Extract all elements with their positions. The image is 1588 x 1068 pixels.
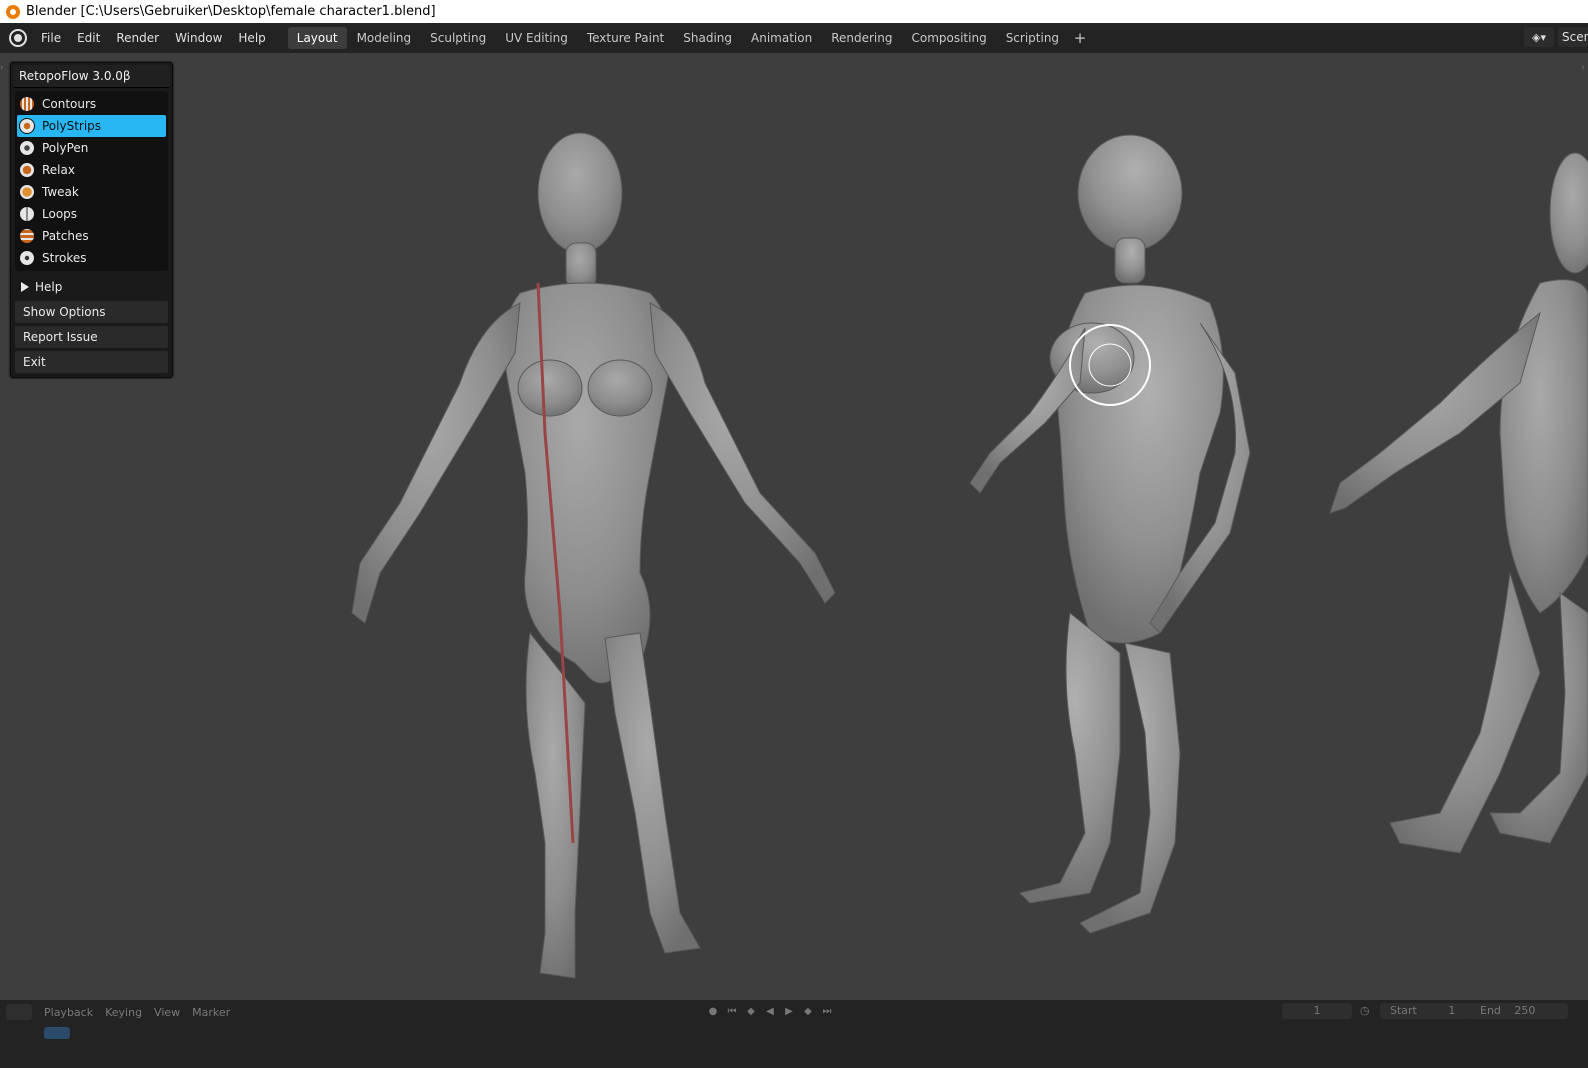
tab-modeling[interactable]: Modeling	[348, 27, 421, 49]
window-titlebar: Blender [C:\Users\Gebruiker\Desktop\fema…	[0, 0, 1588, 23]
tool-label: PolyPen	[42, 141, 89, 155]
tweak-icon	[19, 184, 35, 200]
tool-strokes[interactable]: Strokes	[17, 247, 166, 269]
contours-icon	[19, 96, 35, 112]
prev-keyframe-icon[interactable]: ◆	[743, 1004, 759, 1020]
workspace-tabs: Layout Modeling Sculpting UV Editing Tex…	[287, 27, 1091, 49]
tab-compositing[interactable]: Compositing	[902, 27, 995, 49]
retopoflow-title[interactable]: RetopoFlow 3.0.0β	[13, 65, 170, 88]
start-frame-field[interactable]: Start 1	[1380, 1003, 1472, 1019]
loops-icon	[19, 206, 35, 222]
tool-tweak[interactable]: Tweak	[17, 181, 166, 203]
marker-menu[interactable]: Marker	[192, 1006, 230, 1019]
end-frame-field[interactable]: End 250	[1470, 1003, 1568, 1019]
next-keyframe-icon[interactable]: ◆	[800, 1004, 816, 1020]
polypen-icon	[19, 140, 35, 156]
add-workspace-button[interactable]: +	[1069, 27, 1091, 49]
keying-menu[interactable]: Keying	[105, 1006, 142, 1019]
menu-render[interactable]: Render	[108, 27, 167, 49]
menu-file[interactable]: File	[33, 27, 69, 49]
tool-contours[interactable]: Contours	[17, 93, 166, 115]
show-options-button[interactable]: Show Options	[15, 301, 168, 323]
character-back	[1329, 152, 1588, 854]
left-collapse-icon[interactable]: ›	[0, 63, 4, 73]
timeline: Playback Keying View Marker ● ⏮ ◆ ◀ ▶ ◆ …	[0, 1000, 1588, 1044]
report-issue-button[interactable]: Report Issue	[15, 326, 168, 348]
strokes-icon	[19, 250, 35, 266]
tab-animation[interactable]: Animation	[742, 27, 821, 49]
character-front	[351, 132, 836, 979]
help-label: Help	[35, 280, 63, 294]
menu-window[interactable]: Window	[167, 27, 230, 49]
playback-menu[interactable]: Playback	[44, 1006, 93, 1019]
tool-label: Contours	[42, 97, 97, 111]
tool-label: PolyStrips	[42, 119, 102, 133]
expand-triangle-icon	[21, 282, 29, 292]
editor-type-icon[interactable]	[6, 1004, 32, 1020]
patches-icon	[19, 228, 35, 244]
blender-logo-icon	[6, 4, 20, 19]
playhead-marker[interactable]	[44, 1027, 70, 1039]
tab-scripting[interactable]: Scripting	[997, 27, 1068, 49]
start-label: Start	[1390, 1004, 1417, 1017]
right-collapse-icon[interactable]: ‹	[1581, 63, 1585, 73]
play-reverse-icon[interactable]: ◀	[762, 1004, 778, 1020]
end-value: 250	[1514, 1004, 1536, 1017]
tool-label: Tweak	[42, 185, 79, 199]
tab-shading[interactable]: Shading	[674, 27, 741, 49]
top-bar: File Edit Render Window Help Layout Mode…	[0, 23, 1588, 53]
polystrips-icon	[19, 118, 35, 134]
exit-button[interactable]: Exit	[15, 351, 168, 373]
viewport-scene	[351, 132, 1588, 979]
scene-name[interactable]: Scene	[1558, 27, 1588, 47]
tool-loops[interactable]: Loops	[17, 203, 166, 225]
record-icon[interactable]: ●	[705, 1004, 721, 1020]
blender-menu-icon[interactable]	[9, 29, 27, 47]
tool-patches[interactable]: Patches	[17, 225, 166, 247]
end-label: End	[1480, 1004, 1501, 1017]
jump-end-icon[interactable]: ⏭	[819, 1004, 835, 1020]
scene-selector: ◈▾ Scene	[1524, 26, 1588, 48]
playback-controls: ● ⏮ ◆ ◀ ▶ ◆ ⏭	[705, 1004, 835, 1020]
status-bar	[0, 1044, 1588, 1068]
retopoflow-panel: RetopoFlow 3.0.0β Contours PolyStrips Po…	[10, 62, 173, 378]
jump-start-icon[interactable]: ⏮	[724, 1004, 740, 1020]
tab-rendering[interactable]: Rendering	[822, 27, 901, 49]
menu-help[interactable]: Help	[230, 27, 273, 49]
tab-texture-paint[interactable]: Texture Paint	[578, 27, 673, 49]
tool-label: Strokes	[42, 251, 87, 265]
tool-polypen[interactable]: PolyPen	[17, 137, 166, 159]
3d-viewport[interactable]: › ‹	[0, 53, 1588, 1005]
tool-label: Patches	[42, 229, 89, 243]
start-value: 1	[1448, 1004, 1456, 1017]
tool-relax[interactable]: Relax	[17, 159, 166, 181]
tool-polystrips[interactable]: PolyStrips	[17, 115, 166, 137]
clock-icon: ◷	[1360, 1004, 1370, 1017]
relax-icon	[19, 162, 35, 178]
current-frame-field[interactable]: 1	[1282, 1003, 1352, 1019]
view-menu[interactable]: View	[154, 1006, 180, 1019]
timeline-ruler[interactable]	[0, 1024, 1588, 1044]
retopoflow-tool-list: Contours PolyStrips PolyPen Relax Tweak …	[15, 91, 168, 271]
tab-layout[interactable]: Layout	[287, 27, 347, 49]
scene-icon[interactable]: ◈▾	[1524, 27, 1554, 47]
window-title: Blender [C:\Users\Gebruiker\Desktop\fema…	[26, 4, 436, 19]
character-side	[969, 134, 1251, 934]
play-icon[interactable]: ▶	[781, 1004, 797, 1020]
tab-uv-editing[interactable]: UV Editing	[496, 27, 577, 49]
tool-label: Relax	[42, 163, 75, 177]
help-toggle[interactable]: Help	[15, 276, 168, 298]
tab-sculpting[interactable]: Sculpting	[421, 27, 495, 49]
tool-label: Loops	[42, 207, 78, 221]
menu-edit[interactable]: Edit	[69, 27, 108, 49]
